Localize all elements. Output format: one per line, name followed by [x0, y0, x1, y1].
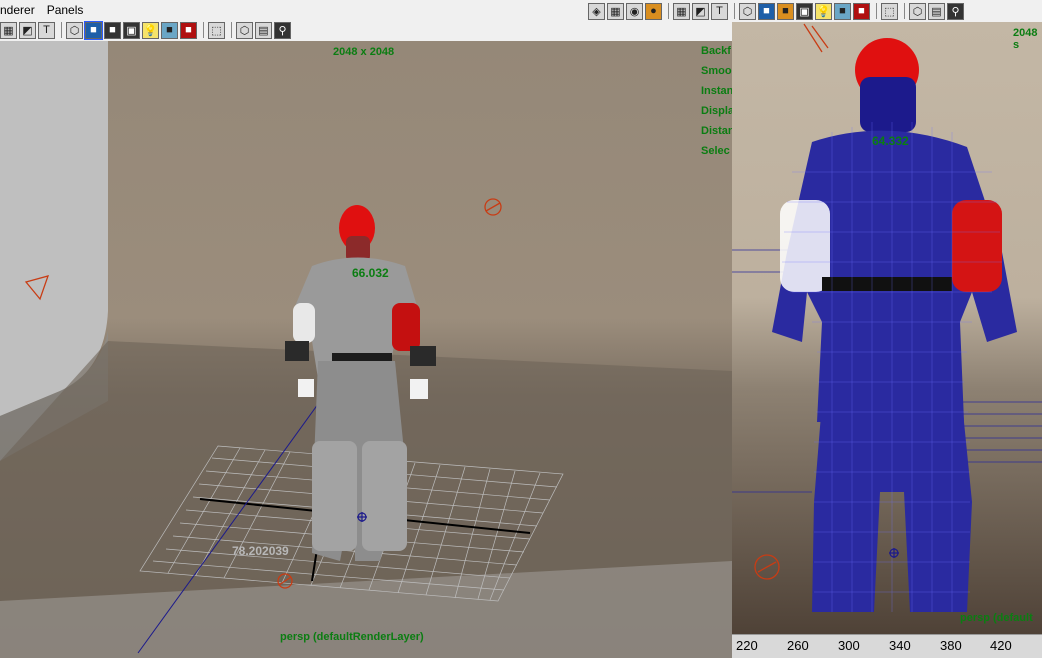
- hud-list: Backf Smoo Instan Displa Distan Selec: [701, 41, 732, 161]
- hud-display: Displa: [701, 105, 732, 117]
- distance-label: 66.032: [352, 266, 389, 280]
- ruler-tick-label: 420: [990, 638, 1012, 653]
- ruler-tick-label: 220: [736, 638, 758, 653]
- textured-cube-icon[interactable]: ■: [777, 2, 794, 20]
- light-bulb-icon[interactable]: 💡: [815, 2, 832, 20]
- wireframe-cube-icon[interactable]: ⬡: [739, 2, 756, 20]
- toolbar-divider: [876, 3, 877, 19]
- select-icon[interactable]: ⬚: [208, 21, 225, 39]
- film-gate-icon[interactable]: ▤: [255, 21, 272, 39]
- film-gate-icon[interactable]: ▤: [928, 2, 945, 20]
- spot-light-icon: [484, 198, 502, 216]
- maya-workspace: nderer Panels ▦ ◩ T ⬡ ■ ■ ▣ 💡 ■ ■ ⬚ ⬡ ▤ …: [0, 0, 1042, 658]
- hud-smoothness: Smoo: [701, 65, 732, 77]
- menu-panels[interactable]: Panels: [47, 3, 84, 17]
- hud-instance: Instan: [701, 85, 732, 97]
- perspective-viewport-right[interactable]: 2048 s 64.332 persp (default: [732, 22, 1042, 634]
- light-bulb-icon[interactable]: 💡: [142, 21, 159, 39]
- ruler-tick-label: 340: [889, 638, 911, 653]
- text-overlay-icon[interactable]: T: [711, 2, 728, 20]
- resolution-readout: 2048 s: [1013, 27, 1038, 51]
- spot-light-icon: [803, 23, 829, 53]
- right-panel-toolbar: ◈ ▦ ◉ ● ▦ ◩ T ⬡ ■ ■ ▣ 💡 ■ ■ ⬚ ⬡ ▤ ⚲: [586, 0, 1042, 22]
- ruler-tick-label: 380: [940, 638, 962, 653]
- shaded-cube-icon[interactable]: ■: [104, 21, 121, 39]
- menu-renderer[interactable]: nderer: [0, 3, 35, 17]
- layers-icon[interactable]: ◈: [588, 2, 605, 20]
- textured-cube-icon[interactable]: ▣: [123, 21, 140, 39]
- toolbar-divider: [203, 22, 204, 38]
- hud-distance: Distan: [701, 125, 732, 137]
- grid-view-icon[interactable]: ▦: [673, 2, 690, 20]
- resolution-gate-icon[interactable]: ⚲: [274, 21, 291, 39]
- character-wireframe: [772, 38, 1017, 612]
- red-cube-icon[interactable]: ■: [180, 21, 197, 39]
- resolution-gate-icon[interactable]: ⚲: [947, 2, 964, 20]
- viewport-scene-wire: [732, 23, 1042, 612]
- shaded-cube-icon[interactable]: ▣: [796, 2, 813, 20]
- hud-backface: Backf: [701, 45, 731, 57]
- camera-name-label: persp (defaultRenderLayer): [280, 631, 424, 643]
- xray-icon[interactable]: ■: [834, 2, 851, 20]
- ruler-tick-label: 260: [787, 638, 809, 653]
- grid-distance-label: 78.202039: [232, 544, 289, 558]
- select-icon[interactable]: ⬚: [881, 2, 898, 20]
- toolbar-divider: [668, 3, 669, 19]
- toolbar-divider: [904, 3, 905, 19]
- resolution-readout: 2048 x 2048: [333, 46, 395, 58]
- ruler-tick-label: 300: [838, 638, 860, 653]
- camera-view-icon[interactable]: ◩: [19, 21, 36, 39]
- wireframe-cube-icon[interactable]: ⬡: [66, 21, 83, 39]
- locator-icon: [889, 548, 899, 558]
- isolate-icon[interactable]: ⬡: [909, 2, 926, 20]
- toolbar-divider: [231, 22, 232, 38]
- grid-view-icon[interactable]: ▦: [0, 21, 17, 39]
- red-cube-icon[interactable]: ■: [853, 2, 870, 20]
- hud-selection: Selec: [701, 145, 730, 157]
- isolate-icon[interactable]: ⬡: [236, 21, 253, 39]
- distance-label: 64.332: [872, 134, 909, 148]
- point-light-icon: [754, 554, 780, 580]
- text-overlay-icon[interactable]: T: [38, 21, 55, 39]
- camera-name-label: persp (default: [960, 612, 1033, 624]
- timeline-ruler[interactable]: 220 260 300 340 380 420: [732, 634, 1042, 658]
- left-panel-toolbar: ▦ ◩ T ⬡ ■ ■ ▣ 💡 ■ ■ ⬚ ⬡ ▤ ⚲: [0, 19, 732, 41]
- grid-view-icon[interactable]: ▦: [607, 2, 624, 20]
- camera-view-icon[interactable]: ◩: [692, 2, 709, 20]
- viewport-scene: [0, 41, 732, 658]
- toolbar-divider: [61, 22, 62, 38]
- toolbar-divider: [734, 3, 735, 19]
- sphere-icon[interactable]: ●: [645, 2, 662, 20]
- camera-view-icon[interactable]: ◉: [626, 2, 643, 20]
- perspective-viewport-left[interactable]: 2048 x 2048 Backf Smoo Instan Displa Dis…: [0, 41, 732, 658]
- shaded-cube-icon[interactable]: ■: [758, 2, 775, 20]
- smooth-shade-icon[interactable]: ■: [84, 20, 103, 40]
- xray-icon[interactable]: ■: [161, 21, 178, 39]
